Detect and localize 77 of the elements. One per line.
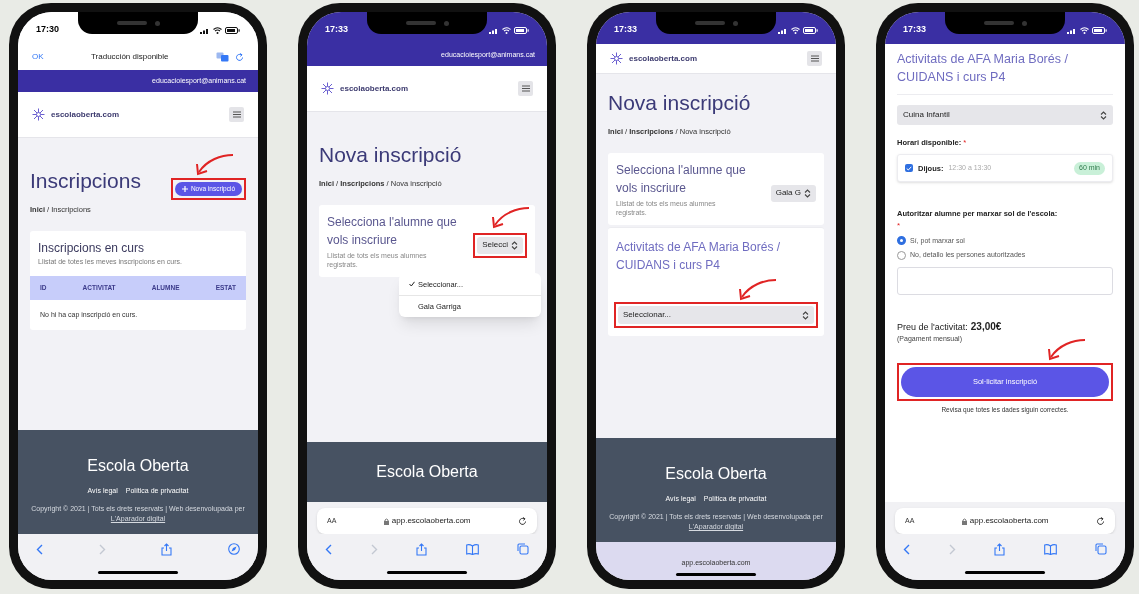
price-value: 23,00€ [970, 319, 1002, 334]
radio-button[interactable] [897, 236, 906, 246]
signal-icon [778, 26, 788, 34]
site-name[interactable]: escolaoberta.com [340, 82, 409, 95]
required-mark: * [897, 219, 901, 232]
card-title: Selecciona l'alumne que vols inscriure [616, 162, 747, 198]
site-name[interactable]: escolaoberta.com [629, 52, 698, 65]
chevron-icon [511, 240, 518, 250]
wifi-icon [213, 26, 222, 34]
check-icon [906, 165, 912, 171]
book-icon[interactable] [465, 543, 479, 555]
menu-icon [232, 111, 241, 118]
battery-icon [803, 26, 818, 34]
lock-icon [961, 517, 967, 525]
battery-icon [1092, 26, 1107, 34]
share-icon[interactable] [161, 542, 173, 556]
chevron-icon [802, 310, 809, 320]
battery-icon [225, 26, 240, 34]
price-label: Preu de l'activitat: [897, 320, 968, 334]
activity-select[interactable]: Seleccionar... [618, 306, 814, 325]
status-time: 17:30 [36, 23, 60, 37]
lock-icon [383, 517, 389, 525]
url-text: app.escolaoberta.com [969, 515, 1049, 527]
check-icon [409, 281, 415, 288]
card-title: Activitats de AFA Maria Borés / CUIDANS i curs P4 [615, 239, 782, 275]
translation-title: Traducción disponible [91, 51, 169, 63]
back-icon[interactable] [903, 543, 910, 555]
status-time: 17:33 [325, 23, 349, 37]
site-name[interactable]: escolaoberta.com [51, 108, 120, 121]
signal-icon [200, 26, 210, 34]
translate-icon[interactable] [216, 52, 229, 62]
book-icon[interactable] [1043, 543, 1057, 555]
page-title: Nova inscripció [319, 142, 462, 168]
annotation-arrow [1045, 336, 1087, 363]
compass-icon[interactable] [227, 543, 240, 555]
footer-brand: Escola Oberta [665, 463, 767, 484]
page-title: Inscripcions [30, 168, 141, 194]
tabs-icon[interactable] [1095, 543, 1107, 555]
chevron-icon [1100, 110, 1107, 120]
footer-brand: Escola Oberta [87, 455, 189, 476]
card-title: Inscripcions en curs [37, 240, 146, 258]
share-icon[interactable] [416, 542, 427, 556]
activity-select[interactable]: Cuina Infantil [897, 105, 1113, 125]
signal-icon [1067, 26, 1077, 34]
wifi-icon [1080, 26, 1089, 34]
page-title: Nova inscripció [608, 90, 751, 116]
ok-button[interactable]: OK [32, 51, 44, 63]
logo-icon [321, 82, 334, 95]
url-text: app.escolaoberta.com [391, 515, 471, 527]
student-select[interactable]: Gala G [770, 184, 816, 202]
section-heading: Activitats de AFA Maria Borés / CUIDANS i curs P4 [897, 50, 1113, 95]
status-time: 17:33 [614, 23, 638, 37]
student-select[interactable]: Selecci [477, 236, 523, 254]
chevron-icon [804, 188, 811, 198]
wifi-icon [791, 26, 800, 34]
card-title: Selecciona l'alumne que vols inscriure [327, 214, 458, 250]
status-time: 17:33 [903, 23, 927, 37]
wifi-icon [502, 26, 511, 34]
reload-icon[interactable] [1096, 516, 1105, 526]
logo-icon [32, 108, 45, 121]
footer-brand: Escola Oberta [376, 462, 478, 482]
back-icon[interactable] [325, 543, 332, 555]
signal-icon [489, 26, 499, 34]
share-icon[interactable] [994, 542, 1005, 556]
reload-icon[interactable] [518, 516, 527, 526]
menu-icon [521, 85, 530, 92]
logo-icon [610, 52, 623, 65]
plus-icon [181, 186, 188, 192]
checkbox[interactable] [905, 164, 913, 173]
annotation-arrow [489, 204, 532, 231]
menu-button[interactable] [229, 107, 244, 122]
back-icon[interactable] [36, 543, 43, 555]
menu-button[interactable] [807, 51, 822, 66]
battery-icon [514, 26, 529, 34]
menu-icon [810, 55, 819, 62]
tabs-icon[interactable] [517, 543, 529, 555]
menu-button[interactable] [518, 81, 533, 96]
